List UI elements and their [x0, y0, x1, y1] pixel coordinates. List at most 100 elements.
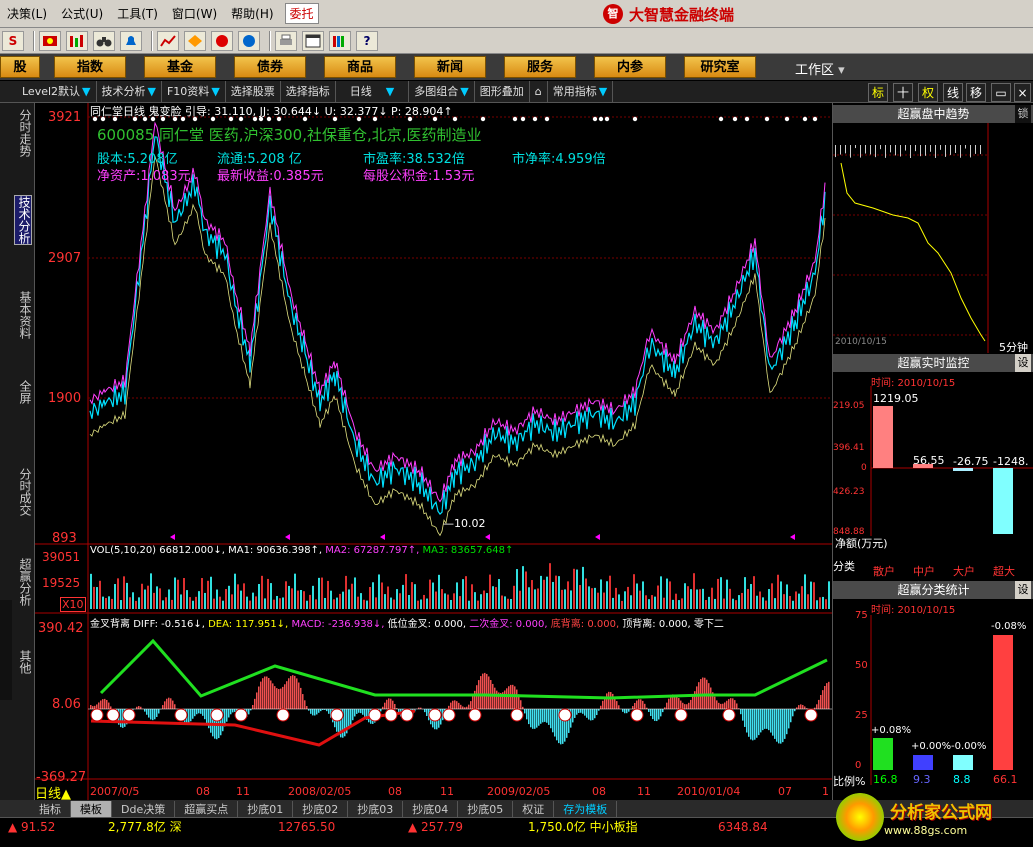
- app-title: 大智慧金融终端: [629, 5, 735, 24]
- macd-bar: [292, 675, 294, 709]
- btab-warrant[interactable]: 权证: [513, 800, 555, 817]
- volume-bars: [90, 563, 830, 609]
- macd-bar: [572, 709, 574, 723]
- tab-mark[interactable]: 标: [868, 83, 888, 102]
- btab-template[interactable]: 模板: [71, 800, 112, 817]
- bars-icon[interactable]: [66, 30, 88, 51]
- macd-bar: [100, 700, 102, 709]
- vol-bar: [786, 584, 788, 609]
- menu-decision[interactable]: 决策(L): [0, 5, 54, 22]
- books-icon[interactable]: [329, 30, 351, 51]
- tab-line[interactable]: 线: [943, 83, 963, 102]
- vol-bar: [513, 585, 515, 609]
- left-tab-trades[interactable]: 分时成交: [14, 468, 32, 516]
- ball-blue-icon[interactable]: [238, 30, 260, 51]
- func-stock[interactable]: 股: [0, 56, 40, 78]
- diamond-icon[interactable]: [184, 30, 206, 51]
- subbar-level2[interactable]: Level2默认 ▼: [0, 80, 97, 103]
- entrust-button[interactable]: 委托: [284, 3, 319, 24]
- func-research[interactable]: 研究室: [684, 56, 756, 78]
- window-icon[interactable]: [302, 30, 324, 51]
- chart-icon[interactable]: [157, 30, 179, 51]
- bell-icon[interactable]: [120, 30, 142, 51]
- x-axis-label: 2009/02/05: [487, 785, 551, 798]
- macd-bar: [788, 709, 790, 729]
- vol-bar: [117, 578, 119, 609]
- func-insider[interactable]: 内参: [594, 56, 666, 78]
- vol-bar: [108, 596, 110, 609]
- macd-bar: [548, 709, 550, 725]
- left-tab-tech[interactable]: 技术分析: [14, 195, 32, 245]
- s-icon[interactable]: S: [2, 30, 24, 51]
- watermark: 分析家公式网 www.88gs.com: [836, 787, 1031, 847]
- ratio-mid: 9.3: [913, 773, 931, 786]
- vol-bar: [525, 571, 527, 609]
- macd-bar: [302, 694, 304, 709]
- macd-bar: [556, 709, 558, 741]
- signal-dot: [802, 116, 808, 122]
- vol-bar: [207, 580, 209, 609]
- subbar-tech-analysis[interactable]: 技术分析 ▼: [97, 80, 162, 103]
- left-tab-other[interactable]: 其他: [14, 650, 32, 674]
- close-icon[interactable]: ×: [1014, 83, 1031, 102]
- tab-crosshair[interactable]: 十: [893, 83, 913, 102]
- tab-move[interactable]: 移: [966, 83, 986, 102]
- function-bar: 股 指数 基金 债券 商品 新闻 服务 内参 研究室: [0, 54, 1033, 80]
- func-commodity[interactable]: 商品: [324, 56, 396, 78]
- left-tab-fullscreen[interactable]: 全屏: [14, 380, 32, 404]
- vol-bar: [606, 581, 608, 609]
- macd-bar: [320, 709, 322, 712]
- func-index[interactable]: 指数: [54, 56, 126, 78]
- flag-icon[interactable]: [39, 30, 61, 51]
- func-service[interactable]: 服务: [504, 56, 576, 78]
- subbar-daily[interactable]: 日线 ▼: [336, 80, 410, 103]
- macd-bar: [732, 698, 734, 709]
- menu-window[interactable]: 窗口(W): [165, 5, 224, 22]
- workarea-menu[interactable]: 工作区 ▾: [795, 59, 845, 78]
- btab-bottom01[interactable]: 抄底01: [238, 800, 294, 817]
- func-news[interactable]: 新闻: [414, 56, 486, 78]
- ball-red-icon[interactable]: [211, 30, 233, 51]
- binoculars-icon[interactable]: [93, 30, 115, 51]
- btab-indicator[interactable]: 指标: [30, 800, 71, 817]
- vol-bar: [537, 588, 539, 609]
- btab-save-template[interactable]: 存为模板: [554, 800, 618, 817]
- subbar-multi-chart[interactable]: 多图组合 ▼: [409, 80, 475, 103]
- btab-bottom05[interactable]: 抄底05: [458, 800, 514, 817]
- btab-dde[interactable]: Dde决策: [112, 800, 176, 817]
- vol-bar: [216, 589, 218, 609]
- btab-bottom03[interactable]: 抄底03: [348, 800, 404, 817]
- subbar-select-stock[interactable]: 选择股票: [226, 80, 281, 103]
- stats-settings[interactable]: 设: [1015, 581, 1031, 599]
- vol-bar: [597, 592, 599, 609]
- btab-buypoint[interactable]: 超赢买点: [175, 800, 239, 817]
- left-tab-chaoying[interactable]: 超赢分析: [14, 558, 32, 606]
- window-restore-icon[interactable]: ▭: [991, 83, 1011, 102]
- help-icon[interactable]: ?: [356, 30, 378, 51]
- func-fund[interactable]: 基金: [144, 56, 216, 78]
- signal-dot: [532, 116, 538, 122]
- vol-bar: [180, 594, 182, 609]
- macd-bar: [818, 699, 820, 709]
- signal-dot: [480, 116, 486, 122]
- subbar-overlay[interactable]: 图形叠加: [475, 80, 530, 103]
- subbar-f10[interactable]: F10资料 ▼: [162, 80, 226, 103]
- brand-logo-icon: 智: [603, 4, 623, 24]
- tab-rights[interactable]: 权: [918, 83, 938, 102]
- menu-tools[interactable]: 工具(T): [110, 5, 165, 22]
- chart-area[interactable]: [35, 103, 832, 800]
- func-bond[interactable]: 债券: [234, 56, 306, 78]
- monitor-settings[interactable]: 设: [1015, 354, 1031, 372]
- btab-bottom04[interactable]: 抄底04: [403, 800, 459, 817]
- left-tab-timeshare[interactable]: 分时走势: [14, 109, 32, 157]
- trend-lock[interactable]: 锁: [1015, 105, 1031, 123]
- subbar-select-indicator[interactable]: 选择指标: [281, 80, 336, 103]
- left-tab-basic[interactable]: 基本资料: [14, 291, 32, 339]
- lock-icon[interactable]: ⌂: [530, 80, 548, 103]
- vol-bar: [435, 591, 437, 609]
- printer-icon[interactable]: [275, 30, 297, 51]
- btab-bottom02[interactable]: 抄底02: [293, 800, 349, 817]
- menu-formula[interactable]: 公式(U): [54, 5, 110, 22]
- menu-help[interactable]: 帮助(H): [224, 5, 280, 22]
- subbar-common-indicator[interactable]: 常用指标 ▼: [548, 80, 614, 103]
